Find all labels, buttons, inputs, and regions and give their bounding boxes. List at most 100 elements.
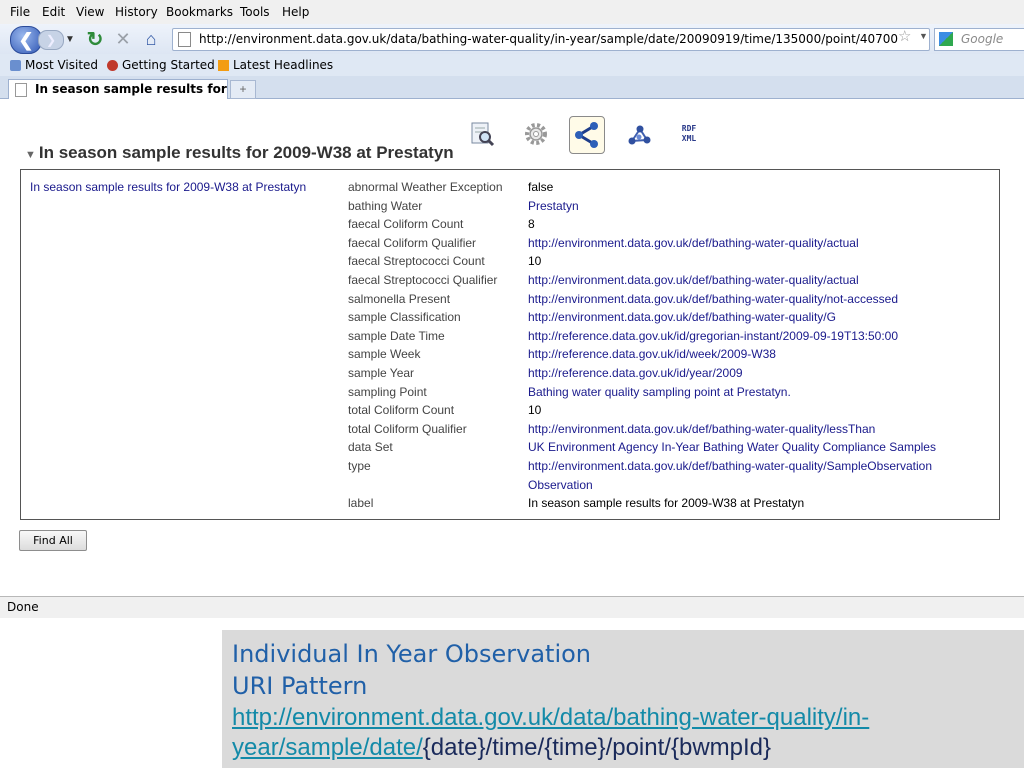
page-content: ▼ In season sample results for 2009-W38 a… bbox=[0, 99, 1024, 595]
tab-strip: In season sample results for ... + bbox=[0, 76, 1024, 99]
url-dropdown-icon[interactable]: ▼ bbox=[919, 31, 928, 41]
bookmark-getting-started[interactable]: Getting Started bbox=[107, 58, 215, 72]
inspect-view-icon[interactable] bbox=[468, 120, 496, 148]
property-value[interactable]: http://reference.data.gov.uk/id/week/200… bbox=[528, 347, 776, 361]
reload-icon: ↻ bbox=[86, 28, 104, 51]
menu-history[interactable]: History bbox=[115, 5, 158, 19]
reload-button[interactable]: ↻ bbox=[85, 28, 105, 51]
menu-bookmarks[interactable]: Bookmarks bbox=[166, 5, 233, 19]
navigation-toolbar: ❮ ❯ ▼ ↻ ✕ ⌂ http://environment.data.gov.… bbox=[0, 24, 1024, 54]
search-bar[interactable]: Google bbox=[934, 28, 1024, 51]
page-title-text: In season sample results for 2009-W38 at… bbox=[38, 143, 454, 162]
menu-edit[interactable]: Edit bbox=[42, 5, 65, 19]
property-name: salmonella Present bbox=[348, 291, 451, 306]
tab-title: In season sample results for ... bbox=[35, 82, 245, 96]
address-bar[interactable]: http://environment.data.gov.uk/data/bath… bbox=[172, 28, 930, 51]
menu-bar: File Edit View History Bookmarks Tools H… bbox=[0, 0, 1024, 24]
tab-active[interactable]: In season sample results for ... bbox=[8, 79, 245, 99]
caption-uri-line: http://environment.data.gov.uk/data/bath… bbox=[232, 704, 869, 732]
globe-icon bbox=[10, 59, 21, 71]
graph-view-icon[interactable] bbox=[569, 116, 605, 154]
property-name: sample Year bbox=[348, 366, 415, 380]
forward-button[interactable]: ❯ bbox=[38, 30, 64, 50]
bookmarks-toolbar: Most Visited Getting Started Latest Head… bbox=[0, 54, 1024, 76]
search-engine-icon[interactable] bbox=[939, 32, 953, 46]
stop-icon: ✕ bbox=[115, 28, 131, 49]
menu-tools[interactable]: Tools bbox=[240, 5, 270, 19]
property-name: sample Classification bbox=[348, 310, 461, 325]
property-name: type bbox=[348, 459, 371, 473]
property-value[interactable]: Bathing water quality sampling point at … bbox=[528, 385, 791, 399]
property-value[interactable]: http://environment.data.gov.uk/def/bathi… bbox=[528, 459, 932, 473]
property-value[interactable]: http://environment.data.gov.uk/def/bathi… bbox=[528, 273, 859, 287]
property-value: false bbox=[528, 180, 554, 194]
property-value[interactable]: http://environment.data.gov.uk/def/bathi… bbox=[528, 236, 859, 250]
chevron-down-icon: ▼ bbox=[65, 33, 75, 45]
caption-uri-line: year/sample/date/{date}/time/{time}/poin… bbox=[232, 734, 771, 762]
home-icon: ⌂ bbox=[145, 28, 157, 49]
caption-uri-link[interactable]: year/sample/date/ bbox=[232, 734, 423, 761]
property-name: label bbox=[348, 496, 374, 511]
status-text: Done bbox=[7, 600, 39, 614]
rss-icon bbox=[218, 59, 229, 71]
property-name: faecal Coliform Count bbox=[348, 217, 464, 232]
rdf-xml-label: RDF XML bbox=[681, 124, 697, 143]
home-button[interactable]: ⌂ bbox=[140, 28, 162, 50]
page-icon bbox=[15, 83, 27, 97]
collapse-triangle-icon[interactable]: ▼ bbox=[25, 149, 36, 161]
property-name: sample Date Time bbox=[348, 328, 445, 343]
status-bar: Done bbox=[0, 596, 1024, 618]
find-all-button[interactable]: Find All bbox=[19, 530, 87, 551]
property-value[interactable]: Prestatyn bbox=[528, 199, 579, 213]
molecule-view-icon[interactable] bbox=[625, 120, 653, 148]
property-name: sampling Point bbox=[348, 384, 427, 399]
menu-file[interactable]: File bbox=[10, 5, 30, 19]
property-name: sample Week bbox=[348, 347, 421, 362]
history-dropdown-button[interactable]: ▼ bbox=[64, 31, 76, 47]
search-input[interactable]: Google bbox=[961, 32, 1003, 46]
bookmark-latest-headlines[interactable]: Latest Headlines bbox=[218, 58, 333, 72]
new-tab-button[interactable]: + bbox=[230, 80, 256, 99]
forward-arrow-icon: ❯ bbox=[45, 33, 57, 47]
bookmark-most-visited[interactable]: Most Visited bbox=[10, 58, 98, 72]
property-name: data Set bbox=[348, 440, 393, 455]
property-name: total Coliform Qualifier bbox=[348, 421, 467, 436]
bookmark-label: Latest Headlines bbox=[233, 58, 334, 72]
caption-box: Individual In Year Observation URI Patte… bbox=[222, 630, 1024, 768]
property-name: faecal Streptococci Count bbox=[348, 254, 485, 269]
gear-icon[interactable] bbox=[522, 120, 550, 148]
property-value[interactable]: http://environment.data.gov.uk/def/bathi… bbox=[528, 310, 836, 324]
property-value[interactable]: Observation bbox=[528, 478, 593, 492]
bookmark-star-icon[interactable]: ☆ bbox=[898, 27, 911, 45]
property-value: 10 bbox=[528, 403, 542, 418]
property-value: 8 bbox=[528, 217, 535, 232]
menu-help[interactable]: Help bbox=[282, 5, 309, 19]
property-value[interactable]: UK Environment Agency In-Year Bathing Wa… bbox=[528, 440, 936, 454]
property-name: bathing Water bbox=[348, 198, 423, 213]
property-value[interactable]: http://reference.data.gov.uk/id/year/200… bbox=[528, 366, 743, 380]
property-name: faecal Coliform Qualifier bbox=[348, 235, 477, 250]
property-value[interactable]: http://environment.data.gov.uk/def/bathi… bbox=[528, 292, 898, 306]
bookmark-label: Getting Started bbox=[122, 58, 215, 72]
bookmark-label: Most Visited bbox=[25, 58, 99, 72]
caption-uri-pattern: {date}/time/{time}/point/{bwmpId} bbox=[422, 734, 772, 761]
page-title[interactable]: ▼ In season sample results for 2009-W38 a… bbox=[25, 143, 454, 163]
stop-button[interactable]: ✕ bbox=[113, 28, 133, 50]
property-name: total Coliform Count bbox=[348, 403, 455, 418]
firefox-icon bbox=[107, 59, 118, 71]
property-name: abnormal Weather Exception bbox=[348, 180, 503, 194]
caption-title: Individual In Year Observation bbox=[232, 640, 592, 668]
caption-uri-link[interactable]: http://environment.data.gov.uk/data/bath… bbox=[232, 704, 869, 731]
property-value[interactable]: http://environment.data.gov.uk/def/bathi… bbox=[528, 422, 875, 436]
rdf-xml-icon[interactable]: RDF XML bbox=[675, 120, 703, 148]
menu-view[interactable]: View bbox=[76, 5, 104, 19]
browser-window: File Edit View History Bookmarks Tools H… bbox=[0, 0, 1024, 627]
property-value[interactable]: http://reference.data.gov.uk/id/gregoria… bbox=[528, 329, 898, 343]
subject-label[interactable]: In season sample results for 2009-W38 at… bbox=[30, 180, 306, 194]
property-value: 10 bbox=[528, 254, 542, 269]
address-bar-url[interactable]: http://environment.data.gov.uk/data/bath… bbox=[199, 32, 898, 46]
property-value: In season sample results for 2009-W38 at… bbox=[528, 496, 805, 511]
results-table: In season sample results for 2009-W38 at… bbox=[20, 169, 1000, 520]
property-name: faecal Streptococci Qualifier bbox=[348, 273, 498, 287]
back-arrow-icon: ❮ bbox=[18, 29, 34, 50]
